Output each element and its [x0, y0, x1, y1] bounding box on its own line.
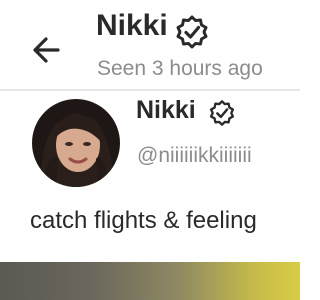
profile-bio: catch flights & feeling [30, 207, 257, 234]
top-bar: Nikki Seen 3 hours ago [0, 0, 300, 88]
profile-name[interactable]: Nikki [136, 95, 196, 125]
avatar[interactable] [32, 99, 120, 187]
header-title[interactable]: Nikki [96, 8, 168, 44]
avatar-photo [32, 99, 120, 187]
media-preview[interactable] [0, 262, 300, 300]
profile-card: Nikki @niiiiiikkiiiiiii catch flights & … [0, 91, 300, 251]
profile-screen: Nikki Seen 3 hours ago Nikki @niiiiiikki… [0, 0, 300, 300]
verified-badge-icon [209, 100, 235, 126]
back-button[interactable] [28, 30, 68, 70]
profile-handle[interactable]: @niiiiiikkiiiiiii [137, 143, 252, 169]
verified-badge-icon [176, 15, 208, 49]
last-seen-status: Seen 3 hours ago [97, 57, 263, 80]
arrow-left-icon [33, 37, 60, 63]
